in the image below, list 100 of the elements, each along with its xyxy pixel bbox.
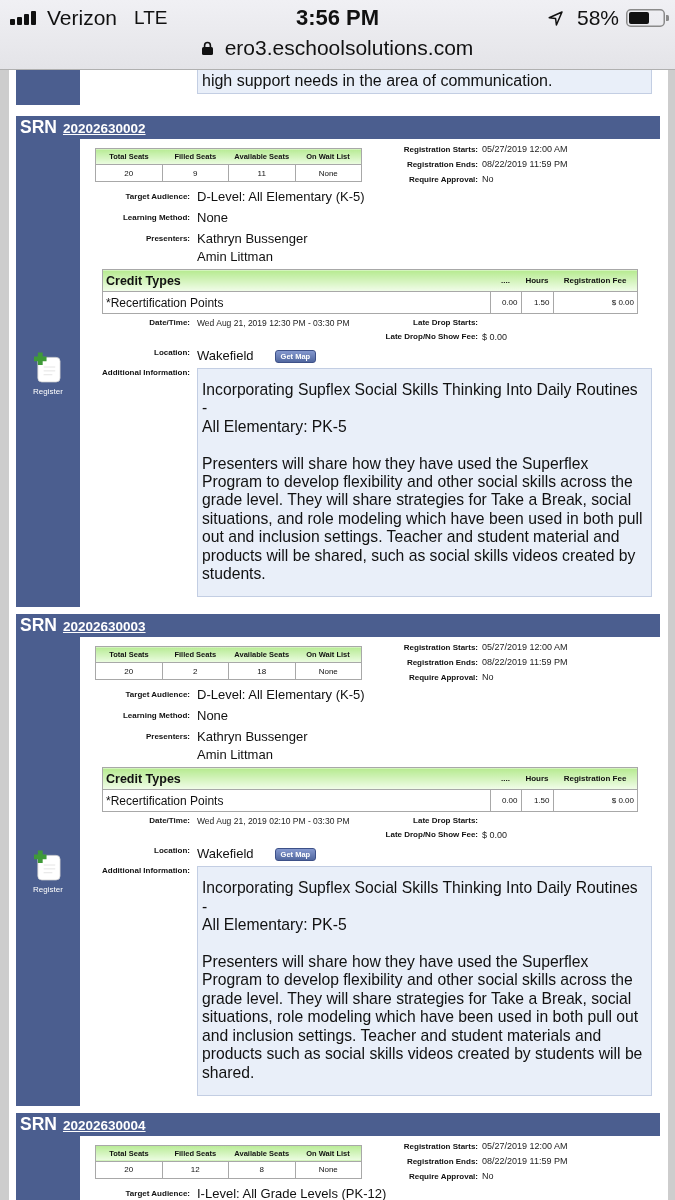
field-label: Target Audience: <box>124 1187 190 1200</box>
table-cell: 20 <box>95 1161 162 1179</box>
table-cell: *Recertification Points <box>102 789 490 812</box>
field-label: Location: <box>153 845 190 858</box>
field-value: 05/27/2019 12:00 AM <box>482 143 568 156</box>
field-value: None <box>197 707 229 726</box>
field-value: Wakefield <box>197 845 254 864</box>
table-cell: 12 <box>162 1161 229 1179</box>
table-cell: 1.50 <box>521 789 553 812</box>
field-label: Additional Information: <box>101 368 190 379</box>
register-button[interactable]: Register <box>33 352 63 397</box>
field-value: $ 0.00 <box>481 829 509 843</box>
field-value: Amin Littman <box>197 248 273 266</box>
srn-link[interactable]: 20202630003 <box>62 615 146 639</box>
field-label: Additional Information: <box>101 866 190 878</box>
field-value: No <box>482 173 495 186</box>
url-text[interactable]: ero3.eschoolsolutions.com <box>224 36 474 60</box>
field-label: Target Audience: <box>124 191 190 203</box>
field-label: Late Drop Starts: <box>412 317 478 329</box>
field-value: 08/22/2019 11:59 PM <box>482 158 568 171</box>
field-value: Kathryn Bussenger <box>197 230 308 248</box>
table-cell: 0.00 <box>490 291 521 314</box>
table-cell: 8 <box>228 1161 295 1179</box>
srn-link[interactable]: 20202630002 <box>62 117 146 140</box>
table-cell: None <box>295 1161 362 1179</box>
location-arrow-icon <box>547 10 563 26</box>
field-value: D-Level: All Elementary (K-5) <box>197 686 365 705</box>
clock-time: 3:56 PM <box>295 5 380 31</box>
field-value: 05/27/2019 12:00 AM <box>482 641 568 655</box>
table-cell: $ 0.00 <box>553 291 638 314</box>
table-cell: 2 <box>162 662 229 680</box>
field-label: Require Approval: <box>407 174 478 186</box>
table-cell: 11 <box>228 164 295 182</box>
field-label: Presenters: <box>144 233 190 245</box>
srn-label: SRN <box>20 116 57 139</box>
srn-link[interactable]: 20202630004 <box>62 1113 146 1137</box>
table-cell: 20 <box>95 662 162 680</box>
field-value: Wakefield <box>197 347 254 365</box>
field-label: Target Audience: <box>124 689 190 702</box>
carrier-name: Verizon <box>47 6 118 30</box>
field-label: Location: <box>153 347 190 359</box>
field-label: Learning Method: <box>121 212 190 224</box>
field-value: 08/22/2019 11:59 PM <box>482 1154 568 1168</box>
column-header: Hours <box>521 269 553 292</box>
field-label: Require Approval: <box>407 1170 478 1183</box>
table-cell: 18 <box>228 662 295 680</box>
field-value: D-Level: All Elementary (K-5) <box>197 188 365 206</box>
field-value: 05/27/2019 12:00 AM <box>482 1139 568 1153</box>
field-label: Registration Ends: <box>405 657 478 670</box>
field-value: No <box>482 1169 495 1183</box>
srn-label: SRN <box>20 614 57 638</box>
field-label: Registration Starts: <box>402 1140 478 1153</box>
lock-icon <box>201 41 213 55</box>
column-header: Registration Fee <box>553 269 638 292</box>
field-value: No <box>482 671 495 685</box>
field-label: Late Drop/No Show Fee: <box>384 829 478 842</box>
column-header: Registration Fee <box>553 767 638 790</box>
column-header: .... <box>490 767 521 790</box>
field-value: Amin Littman <box>197 746 273 765</box>
course-title: Incorporating Supflex Social Skills Thinking Into Daily Routines - All Elementary: PK-5 <box>202 381 639 437</box>
field-value: 08/22/2019 11:59 PM <box>482 656 568 670</box>
network-type: LTE <box>134 7 168 29</box>
field-value: Wed Aug 21, 2019 02:10 PM - 03:30 PM <box>196 815 351 829</box>
column-header: .... <box>490 269 521 292</box>
field-label: Date/Time: <box>148 815 190 828</box>
field-label: Registration Starts: <box>402 642 478 655</box>
srn-label: SRN <box>20 1112 57 1136</box>
field-label: Date/Time: <box>148 317 190 329</box>
field-label: Late Drop/No Show Fee: <box>384 331 478 343</box>
column-header: Credit Types <box>102 767 490 790</box>
register-button[interactable]: Register <box>33 850 63 896</box>
field-label: Registration Ends: <box>405 1155 478 1168</box>
table-cell: $ 0.00 <box>553 789 638 812</box>
battery-percent: 58% <box>576 6 619 30</box>
field-label: Require Approval: <box>407 672 478 685</box>
table-cell: 0.00 <box>490 789 521 812</box>
field-value: Wed Aug 21, 2019 12:30 PM - 03:30 PM <box>196 317 351 330</box>
course-title: Incorporating Supflex Social Skills Thinking Into Daily Routines - All Elementary: PK-5 <box>202 879 639 935</box>
column-header: Hours <box>521 767 553 790</box>
field-label: Registration Starts: <box>402 144 478 156</box>
signal-icon <box>10 11 36 25</box>
table-cell: None <box>295 164 362 182</box>
table-cell: 20 <box>95 164 162 182</box>
course-description: Presenters will share how they have used the Superflex Program to develop flexibility and other social skills across the grade level. They will share strategies for Take a Break, social situations, and role modeling which have been used in both pull out and inclusion settings. Teacher and student material and products will be shared, such as social skills videos created by students. <box>202 454 644 584</box>
course-description: Presenters will share how they have used the Superflex Program to develop flexibility and other social skills across the grade level. They will share strategies for Take a Break, social situations, role modeling which have been used in both pull out and inclusion settings. Teacher and student materials and products such as social skills videos created by students will be shared. <box>202 953 644 1082</box>
field-label: Late Drop Starts: <box>412 815 478 828</box>
document-plus-icon <box>34 850 62 882</box>
document-plus-icon <box>34 352 62 383</box>
field-value: None <box>197 209 229 227</box>
table-cell: *Recertification Points <box>102 291 490 314</box>
table-cell: None <box>295 662 362 680</box>
field-value: Kathryn Bussenger <box>197 728 308 747</box>
field-label: Learning Method: <box>121 710 190 723</box>
column-header: Credit Types <box>102 269 490 292</box>
field-value: I-Level: All Grade Levels (PK-12) <box>197 1184 387 1200</box>
battery-icon <box>626 9 669 27</box>
table-cell: 1.50 <box>521 291 553 314</box>
table-cell: 9 <box>162 164 229 182</box>
field-label: Presenters: <box>144 731 190 744</box>
info-text: high support needs in the area of communication. <box>202 72 553 89</box>
